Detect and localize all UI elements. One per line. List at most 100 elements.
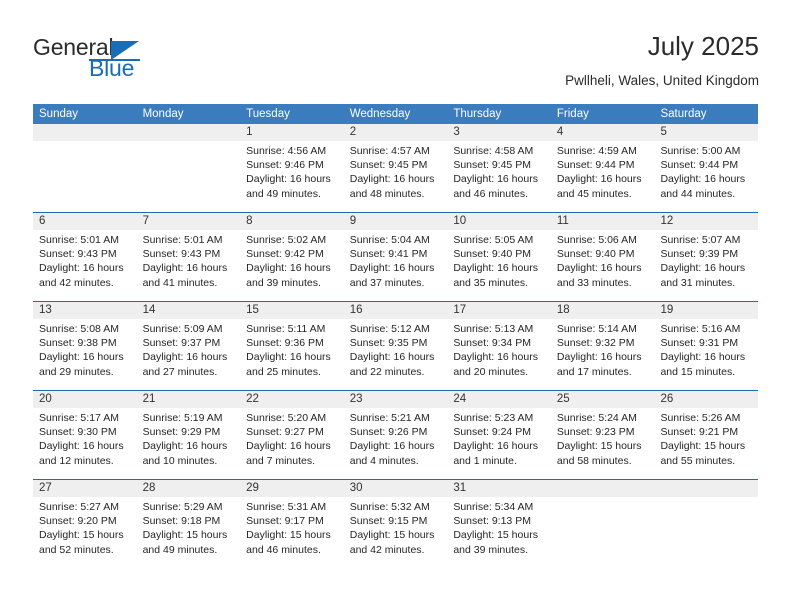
day-cell[interactable]: Sunrise: 5:20 AM Sunset: 9:27 PM Daylight:… (240, 408, 344, 479)
day-number[interactable]: 5 (654, 124, 758, 141)
day-number[interactable]: 15 (240, 302, 344, 319)
sunrise-text: Sunrise: 5:19 AM (142, 412, 223, 424)
day-number[interactable]: 14 (137, 302, 241, 319)
calendar-table: Sunday Monday Tuesday Wednesday Thursday Frid… (33, 104, 758, 568)
daylight-text: and 44 minutes. (660, 187, 736, 200)
daylight-text: Daylight: 16 hours (453, 262, 538, 275)
day-cell[interactable]: Sunrise: 5:23 AM Sunset: 9:24 PM Daylight:… (447, 408, 551, 479)
daylight-text: Daylight: 16 hours (349, 351, 435, 364)
day-cell[interactable]: Sunrise: 5:01 AM Sunset: 9:43 PM Daylight:… (33, 230, 137, 301)
week-detail-band: Sunrise: 5:17 AM Sunset: 9:30 PM Daylight:… (33, 408, 758, 479)
day-number[interactable]: 4 (551, 124, 655, 141)
day-cell[interactable]: Sunrise: 4:59 AM Sunset: 9:44 PM Daylight:… (551, 141, 655, 212)
day-number[interactable]: 9 (344, 213, 448, 230)
day-number[interactable]: 11 (551, 213, 655, 230)
day-cell[interactable]: Sunrise: 5:19 AM Sunset: 9:29 PM Daylight:… (137, 408, 241, 479)
day-number[interactable]: 8 (240, 213, 344, 230)
daylight-text: Daylight: 15 hours (556, 440, 642, 453)
sunset-text: Sunset: 9:34 PM (453, 337, 531, 350)
day-number[interactable]: 30 (344, 480, 448, 497)
day-cell[interactable]: Sunrise: 5:24 AM Sunset: 9:23 PM Daylight:… (551, 408, 655, 479)
week-daynumber-band: 27 28 29 30 31 (33, 480, 758, 497)
sunrise-text: Sunrise: 5:07 AM (660, 234, 741, 246)
day-cell[interactable]: Sunrise: 5:29 AM Sunset: 9:18 PM Daylight:… (137, 497, 241, 568)
day-number[interactable]: 25 (551, 391, 655, 408)
sunrise-text: Sunrise: 5:21 AM (349, 412, 430, 424)
daylight-text: Daylight: 16 hours (142, 262, 228, 275)
day-cell[interactable]: Sunrise: 5:01 AM Sunset: 9:43 PM Daylight:… (137, 230, 241, 301)
day-number[interactable]: 18 (551, 302, 655, 319)
day-cell[interactable]: Sunrise: 5:34 AM Sunset: 9:13 PM Daylight:… (447, 497, 551, 568)
day-cell[interactable]: Sunrise: 4:57 AM Sunset: 9:45 PM Daylight:… (344, 141, 448, 212)
sunset-text: Sunset: 9:43 PM (39, 248, 117, 261)
day-number[interactable]: 6 (33, 213, 137, 230)
brand-logo[interactable]: General Blue (33, 34, 213, 86)
daylight-text: Daylight: 16 hours (453, 440, 538, 453)
day-number[interactable]: 26 (654, 391, 758, 408)
day-number[interactable]: 1 (240, 124, 344, 141)
calendar-weeks: 1 2 3 4 5 Sunrise: 4:56 AM Sunset: 9:46 PM Dayl… (33, 124, 758, 568)
day-number[interactable]: 12 (654, 213, 758, 230)
day-number[interactable]: 27 (33, 480, 137, 497)
sunset-text: Sunset: 9:13 PM (453, 515, 531, 528)
day-cell[interactable]: Sunrise: 5:04 AM Sunset: 9:41 PM Daylight:… (344, 230, 448, 301)
week-detail-band: Sunrise: 5:27 AM Sunset: 9:20 PM Daylight:… (33, 497, 758, 568)
daylight-text: and 17 minutes. (556, 365, 632, 378)
day-cell[interactable]: Sunrise: 4:58 AM Sunset: 9:45 PM Daylight:… (447, 141, 551, 212)
sunrise-text: Sunrise: 5:14 AM (556, 323, 637, 335)
day-number[interactable]: 16 (344, 302, 448, 319)
day-cell[interactable]: Sunrise: 5:07 AM Sunset: 9:39 PM Daylight:… (654, 230, 758, 301)
day-number[interactable]: 21 (137, 391, 241, 408)
sunset-text: Sunset: 9:17 PM (246, 515, 324, 528)
day-cell[interactable]: Sunrise: 5:32 AM Sunset: 9:15 PM Daylight:… (344, 497, 448, 568)
day-number[interactable]: 20 (33, 391, 137, 408)
day-cell[interactable]: Sunrise: 5:02 AM Sunset: 9:42 PM Daylight:… (240, 230, 344, 301)
day-cell[interactable]: Sunrise: 4:56 AM Sunset: 9:46 PM Daylight:… (240, 141, 344, 212)
day-cell[interactable]: Sunrise: 5:11 AM Sunset: 9:36 PM Daylight:… (240, 319, 344, 390)
day-cell[interactable]: Sunrise: 5:21 AM Sunset: 9:26 PM Daylight:… (344, 408, 448, 479)
weekday-header-wednesday: Wednesday (349, 108, 411, 120)
day-number[interactable]: 13 (33, 302, 137, 319)
day-cell[interactable]: Sunrise: 5:00 AM Sunset: 9:44 PM Daylight:… (654, 141, 758, 212)
day-cell[interactable]: Sunrise: 5:27 AM Sunset: 9:20 PM Daylight:… (33, 497, 137, 568)
sunrise-text: Sunrise: 5:08 AM (39, 323, 119, 335)
day-number[interactable]: 29 (240, 480, 344, 497)
day-cell[interactable]: Sunrise: 5:09 AM Sunset: 9:37 PM Daylight:… (137, 319, 241, 390)
day-cell[interactable]: Sunrise: 5:05 AM Sunset: 9:40 PM Daylight:… (447, 230, 551, 301)
day-cell[interactable]: Sunrise: 5:17 AM Sunset: 9:30 PM Daylight:… (33, 408, 137, 479)
sunrise-text: Sunrise: 5:01 AM (39, 234, 119, 246)
day-number[interactable]: 22 (240, 391, 344, 408)
daylight-text: and 20 minutes. (453, 365, 529, 378)
day-number[interactable]: 7 (137, 213, 241, 230)
sunset-text: Sunset: 9:45 PM (349, 159, 428, 172)
day-number[interactable]: 23 (344, 391, 448, 408)
sunrise-text: Sunrise: 5:31 AM (246, 501, 327, 513)
calendar-page: General Blue July 2025 Pwllheli, Wales, … (0, 0, 792, 612)
day-cell[interactable]: Sunrise: 5:13 AM Sunset: 9:34 PM Daylight:… (447, 319, 551, 390)
day-number[interactable]: 2 (344, 124, 448, 141)
sunset-text: Sunset: 9:27 PM (246, 426, 324, 439)
day-number[interactable]: 31 (447, 480, 551, 497)
day-cell[interactable]: Sunrise: 5:06 AM Sunset: 9:40 PM Daylight:… (551, 230, 655, 301)
day-cell[interactable]: Sunrise: 5:08 AM Sunset: 9:38 PM Daylight:… (33, 319, 137, 390)
daylight-text: Daylight: 16 hours (660, 351, 746, 364)
day-cell[interactable]: Sunrise: 5:31 AM Sunset: 9:17 PM Daylight:… (240, 497, 344, 568)
day-number[interactable]: 24 (447, 391, 551, 408)
daylight-text: Daylight: 16 hours (660, 262, 746, 275)
daylight-text: and 37 minutes. (349, 276, 425, 289)
day-number[interactable]: 17 (447, 302, 551, 319)
day-cell[interactable]: Sunrise: 5:26 AM Sunset: 9:21 PM Daylight:… (654, 408, 758, 479)
day-number[interactable]: 3 (447, 124, 551, 141)
page-header: General Blue July 2025 Pwllheli, Wales, … (33, 30, 759, 100)
daylight-text: and 52 minutes. (39, 543, 114, 556)
day-number[interactable]: 10 (447, 213, 551, 230)
day-number[interactable]: 19 (654, 302, 758, 319)
sunrise-text: Sunrise: 4:56 AM (246, 145, 327, 157)
day-cell[interactable]: Sunrise: 5:16 AM Sunset: 9:31 PM Daylight:… (654, 319, 758, 390)
day-cell[interactable]: Sunrise: 5:12 AM Sunset: 9:35 PM Daylight:… (344, 319, 448, 390)
sunset-text: Sunset: 9:26 PM (349, 426, 428, 439)
daylight-text: and 42 minutes. (39, 276, 114, 289)
daylight-text: Daylight: 15 hours (39, 529, 124, 542)
day-cell[interactable]: Sunrise: 5:14 AM Sunset: 9:32 PM Daylight:… (551, 319, 655, 390)
day-number[interactable]: 28 (137, 480, 241, 497)
